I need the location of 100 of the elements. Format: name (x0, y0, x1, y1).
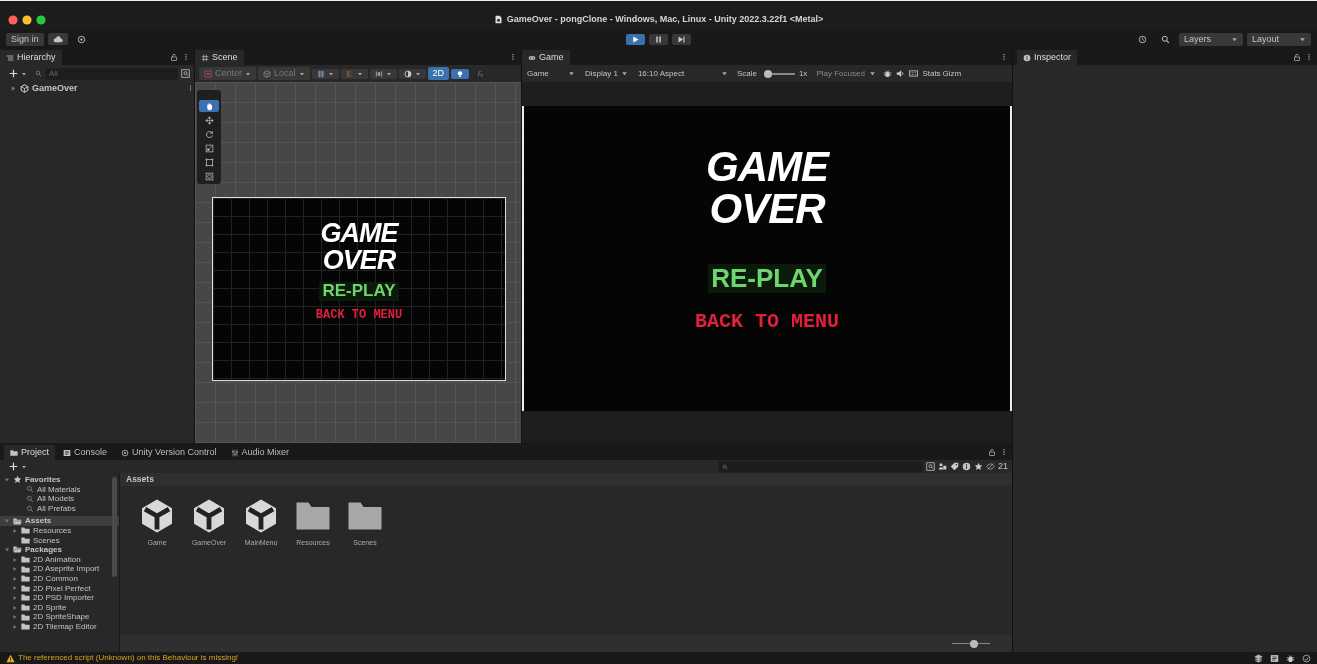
snap-grid-button[interactable] (311, 68, 339, 79)
expand-arrow-icon[interactable] (4, 546, 10, 553)
layers-icon[interactable] (1254, 653, 1263, 663)
zoom-button[interactable] (36, 14, 46, 25)
pause-button[interactable] (649, 33, 668, 45)
back-to-menu-button[interactable]: BACK TO MENU (315, 308, 403, 322)
expand-arrow-icon[interactable] (12, 594, 18, 601)
tree-item[interactable]: Packages (0, 545, 119, 555)
layers-dropdown[interactable]: Layers (1179, 32, 1243, 46)
expand-arrow-icon[interactable] (4, 476, 10, 483)
minimize-button[interactable] (22, 14, 32, 25)
lock-icon[interactable] (1293, 52, 1301, 61)
tree-item[interactable]: 2D Tilemap Editor (0, 621, 119, 632)
caret-icon (21, 70, 27, 77)
cloud-button[interactable] (47, 33, 68, 45)
display-dropdown[interactable]: Display 1 (580, 67, 633, 80)
panel-tab[interactable]: Console (57, 445, 114, 460)
gizmos-button[interactable]: Gizm (942, 67, 962, 80)
play-button[interactable] (626, 33, 645, 45)
more-icon[interactable] (1305, 52, 1313, 61)
tree-item[interactable]: 2D PSD Importer (0, 593, 119, 603)
breadcrumb[interactable]: Assets (120, 473, 1012, 486)
keyboard-icon (909, 69, 919, 78)
panel-tab[interactable]: Game (522, 50, 570, 65)
aspect-dropdown[interactable]: 16:10 Aspect (632, 67, 733, 80)
tree-item[interactable]: Favorites (0, 475, 119, 485)
back-to-menu-button[interactable]: BACK TO MENU (695, 310, 839, 333)
close-button[interactable] (8, 14, 18, 25)
tree-item[interactable]: Resources (0, 525, 119, 536)
expand-arrow-icon[interactable] (12, 614, 18, 621)
scene-visibility-icon[interactable] (181, 69, 190, 78)
expand-arrow-icon[interactable] (12, 604, 18, 611)
expand-arrow-icon[interactable] (12, 566, 18, 573)
star-icon[interactable] (974, 462, 983, 471)
scale-slider[interactable] (764, 72, 795, 75)
account-icon[interactable] (1302, 653, 1311, 663)
more-icon[interactable] (1000, 447, 1008, 456)
tool-button[interactable] (199, 100, 219, 112)
shading-button[interactable] (398, 68, 426, 79)
folder-icon (10, 448, 18, 457)
panel-tab[interactable]: Scene (195, 50, 244, 65)
tree-item[interactable]: Assets (0, 516, 119, 526)
more-icon[interactable] (187, 84, 194, 92)
game-title: OVER (322, 247, 396, 274)
lock-icon[interactable] (988, 447, 996, 456)
step-button[interactable] (672, 33, 691, 45)
caret-icon (720, 70, 728, 77)
tree-item[interactable]: All Prefabs (0, 503, 119, 514)
people-icon[interactable] (938, 462, 947, 471)
info-icon[interactable] (962, 462, 971, 471)
expand-arrow-icon[interactable] (12, 585, 18, 592)
hierarchy-item[interactable]: GameOver (0, 82, 194, 94)
tree-item[interactable]: 2D Aseprite Import (0, 564, 119, 574)
2d-toggle[interactable]: 2D (427, 67, 450, 80)
shortcuts-button[interactable] (907, 68, 921, 79)
tree-item[interactable]: Scenes (0, 535, 119, 546)
expand-arrow-icon[interactable] (12, 575, 18, 582)
more-icon[interactable] (182, 52, 190, 61)
search-field[interactable]: All (45, 67, 178, 80)
panel-tab[interactable]: Unity Version Control (115, 445, 223, 460)
bug-icon (883, 69, 893, 78)
panel-tab[interactable]: Project (4, 445, 55, 460)
play-mode-dropdown[interactable]: Play Focused (811, 67, 882, 80)
tree-item[interactable]: All Models (0, 494, 119, 504)
lighting-toggle[interactable] (451, 68, 470, 79)
bug-icon[interactable] (1286, 653, 1295, 663)
light-bulb-icon (456, 69, 465, 78)
tree-item[interactable]: 2D Pixel Perfect (0, 583, 119, 594)
expand-arrow-icon[interactable] (10, 84, 17, 92)
sign-in-button[interactable]: Sign in (6, 32, 44, 46)
expand-arrow-icon[interactable] (4, 518, 10, 525)
search-field[interactable] (718, 460, 923, 473)
expand-arrow-icon[interactable] (12, 556, 18, 563)
layout-dropdown[interactable]: Layout (1247, 32, 1311, 46)
tag-icon[interactable] (950, 462, 959, 471)
tree-item[interactable]: 2D Animation (0, 554, 119, 565)
panel-tab[interactable]: Inspector (1017, 50, 1078, 65)
tree-item[interactable]: 2D Sprite (0, 602, 119, 613)
expand-arrow-icon[interactable] (12, 527, 18, 534)
tree-item[interactable]: 2D SpriteShape (0, 612, 119, 622)
more-icon[interactable] (1000, 52, 1008, 61)
window-title: GameOver - pongClone - Windows, Mac, Linux - Unity 2022.3.22f1 <Metal> (506, 14, 824, 25)
replay-button[interactable]: RE-PLAY (319, 282, 399, 301)
stats-button[interactable]: Stats (920, 67, 943, 80)
panel-tab[interactable]: Hierarchy (0, 50, 62, 65)
view-mode-dropdown[interactable]: Game (522, 67, 580, 80)
tree-item[interactable]: All Materials (0, 484, 119, 495)
more-icon[interactable] (509, 52, 517, 61)
hidden-packages-button[interactable]: 21 (986, 461, 1008, 472)
rotate-icon (204, 129, 214, 139)
lock-icon[interactable] (170, 52, 178, 61)
expand-arrow-icon[interactable] (12, 623, 18, 630)
replay-button[interactable]: RE-PLAY (708, 264, 826, 293)
search-icon (35, 70, 42, 77)
scrollbar-thumb[interactable] (112, 477, 117, 577)
panel-tab[interactable]: Audio Mixer (224, 445, 296, 460)
search-by-type-icon[interactable] (926, 462, 935, 471)
increment-button[interactable] (369, 68, 397, 79)
tree-item[interactable]: 2D Common (0, 573, 119, 584)
game-title: GAME (706, 146, 828, 188)
